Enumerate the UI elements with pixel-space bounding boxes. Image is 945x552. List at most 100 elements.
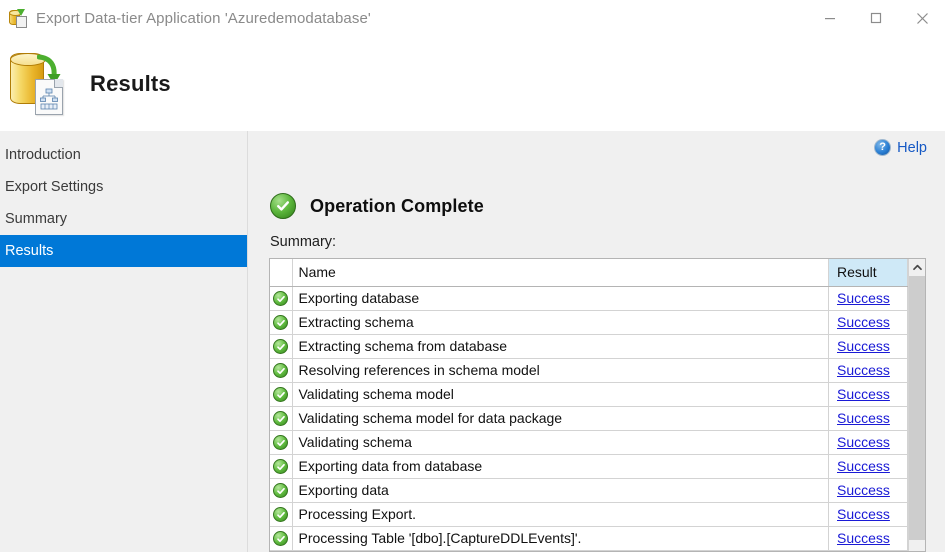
window-controls	[807, 0, 945, 36]
row-result-cell: Success	[828, 358, 908, 383]
green-check-circle-icon	[273, 363, 289, 379]
table-row[interactable]: Resolving references in schema model Succ…	[270, 358, 908, 383]
row-status-cell	[270, 310, 293, 335]
row-status-cell	[270, 478, 293, 503]
column-header-status[interactable]	[270, 259, 293, 287]
sidebar-item-label: Introduction	[5, 147, 81, 163]
row-status-cell	[270, 430, 293, 455]
maximize-button[interactable]	[853, 0, 899, 36]
green-check-circle-icon	[273, 507, 289, 523]
results-panel: ? Help Operation Complete Summary: Name …	[248, 131, 945, 552]
row-name-cell: Exporting data from database	[292, 454, 829, 479]
table-row[interactable]: Processing Export. Success	[270, 502, 908, 527]
green-check-circle-icon	[273, 339, 289, 355]
summary-label: Summary:	[270, 234, 337, 250]
result-success-link[interactable]: Success	[837, 290, 890, 306]
sidebar-item-label: Results	[5, 243, 54, 259]
sidebar-item-label: Summary	[5, 211, 68, 227]
schema-document-icon	[35, 78, 63, 115]
result-success-link[interactable]: Success	[837, 434, 890, 450]
green-check-circle-icon	[273, 291, 289, 307]
green-check-circle-icon	[270, 193, 296, 219]
title-bar: Export Data-tier Application 'Azuredemod…	[0, 0, 945, 36]
row-name-cell: Extracting schema from database	[292, 334, 829, 359]
scroll-up-arrow-icon[interactable]	[909, 259, 925, 276]
row-status-cell	[270, 454, 293, 479]
row-status-cell	[270, 358, 293, 383]
wizard-navigation-sidebar: Introduction Export Settings Summary Res…	[0, 131, 248, 552]
row-result-cell: Success	[828, 382, 908, 407]
table-header-row: Name Result	[270, 259, 908, 287]
window-title: Export Data-tier Application 'Azuredemod…	[36, 9, 371, 27]
sidebar-item-summary[interactable]: Summary	[0, 203, 247, 235]
table-row[interactable]: Processing Table '[dbo].[CaptureDDLEvent…	[270, 526, 908, 551]
page-header: Results	[0, 36, 945, 131]
sidebar-item-label: Export Settings	[5, 179, 104, 195]
page-title: Results	[90, 70, 171, 96]
window-body: Introduction Export Settings Summary Res…	[0, 131, 945, 552]
green-check-circle-icon	[273, 459, 289, 475]
row-name-cell: Validating schema model	[292, 382, 829, 407]
result-success-link[interactable]: Success	[837, 386, 890, 402]
green-check-circle-icon	[273, 435, 289, 451]
row-status-cell	[270, 286, 293, 311]
green-check-circle-icon	[273, 315, 289, 331]
vertical-scrollbar[interactable]	[908, 259, 925, 551]
help-label: Help	[897, 139, 927, 156]
row-result-cell: Success	[828, 406, 908, 431]
row-result-cell: Success	[828, 502, 908, 527]
result-success-link[interactable]: Success	[837, 482, 890, 498]
row-result-cell: Success	[828, 526, 908, 551]
row-name-cell: Processing Table '[dbo].[CaptureDDLEvent…	[292, 526, 829, 551]
sidebar-item-export-settings[interactable]: Export Settings	[0, 171, 247, 203]
table-row[interactable]: Extracting schema Success	[270, 310, 908, 335]
operation-status: Operation Complete	[270, 193, 484, 219]
result-success-link[interactable]: Success	[837, 410, 890, 426]
table-row[interactable]: Extracting schema from database Success	[270, 334, 908, 359]
row-status-cell	[270, 382, 293, 407]
results-grid: Name Result Exporting database Success Ext…	[269, 258, 926, 552]
help-link[interactable]: ? Help	[874, 139, 927, 156]
table-row[interactable]: Validating schema model Success	[270, 382, 908, 407]
row-result-cell: Success	[828, 454, 908, 479]
export-data-tier-application-window: Export Data-tier Application 'Azuredemod…	[0, 0, 945, 552]
row-name-cell: Validating schema	[292, 430, 829, 455]
table-row[interactable]: Exporting data Success	[270, 478, 908, 503]
green-check-circle-icon	[273, 483, 289, 499]
row-status-cell	[270, 526, 293, 551]
row-status-cell	[270, 502, 293, 527]
row-name-cell: Processing Export.	[292, 502, 829, 527]
result-success-link[interactable]: Success	[837, 506, 890, 522]
table-row[interactable]: Exporting database Success	[270, 286, 908, 311]
row-name-cell: Validating schema model for data package	[292, 406, 829, 431]
operation-status-text: Operation Complete	[310, 195, 484, 216]
close-button[interactable]	[899, 0, 945, 36]
result-success-link[interactable]: Success	[837, 530, 890, 546]
results-table-body: Exporting database Success Extracting sche…	[270, 286, 908, 551]
table-row[interactable]: Exporting data from database Success	[270, 454, 908, 479]
sidebar-item-results[interactable]: Results	[0, 235, 247, 267]
sidebar-item-introduction[interactable]: Introduction	[0, 139, 247, 171]
row-name-cell: Exporting database	[292, 286, 829, 311]
scrollbar-track[interactable]	[909, 276, 925, 551]
table-row[interactable]: Validating schema Success	[270, 430, 908, 455]
database-to-document-icon	[6, 48, 76, 120]
result-success-link[interactable]: Success	[837, 314, 890, 330]
row-result-cell: Success	[828, 430, 908, 455]
column-header-result[interactable]: Result	[828, 259, 908, 287]
row-name-cell: Resolving references in schema model	[292, 358, 829, 383]
question-mark-icon: ?	[874, 139, 892, 156]
result-success-link[interactable]: Success	[837, 362, 890, 378]
result-success-link[interactable]: Success	[837, 458, 890, 474]
minimize-button[interactable]	[807, 0, 853, 36]
table-row[interactable]: Validating schema model for data package…	[270, 406, 908, 431]
row-status-cell	[270, 334, 293, 359]
result-success-link[interactable]: Success	[837, 338, 890, 354]
row-result-cell: Success	[828, 334, 908, 359]
column-header-name[interactable]: Name	[292, 259, 829, 287]
row-result-cell: Success	[828, 286, 908, 311]
scrollbar-thumb[interactable]	[909, 276, 925, 540]
green-check-circle-icon	[273, 387, 289, 403]
green-check-circle-icon	[273, 531, 289, 547]
database-export-icon	[8, 8, 28, 28]
